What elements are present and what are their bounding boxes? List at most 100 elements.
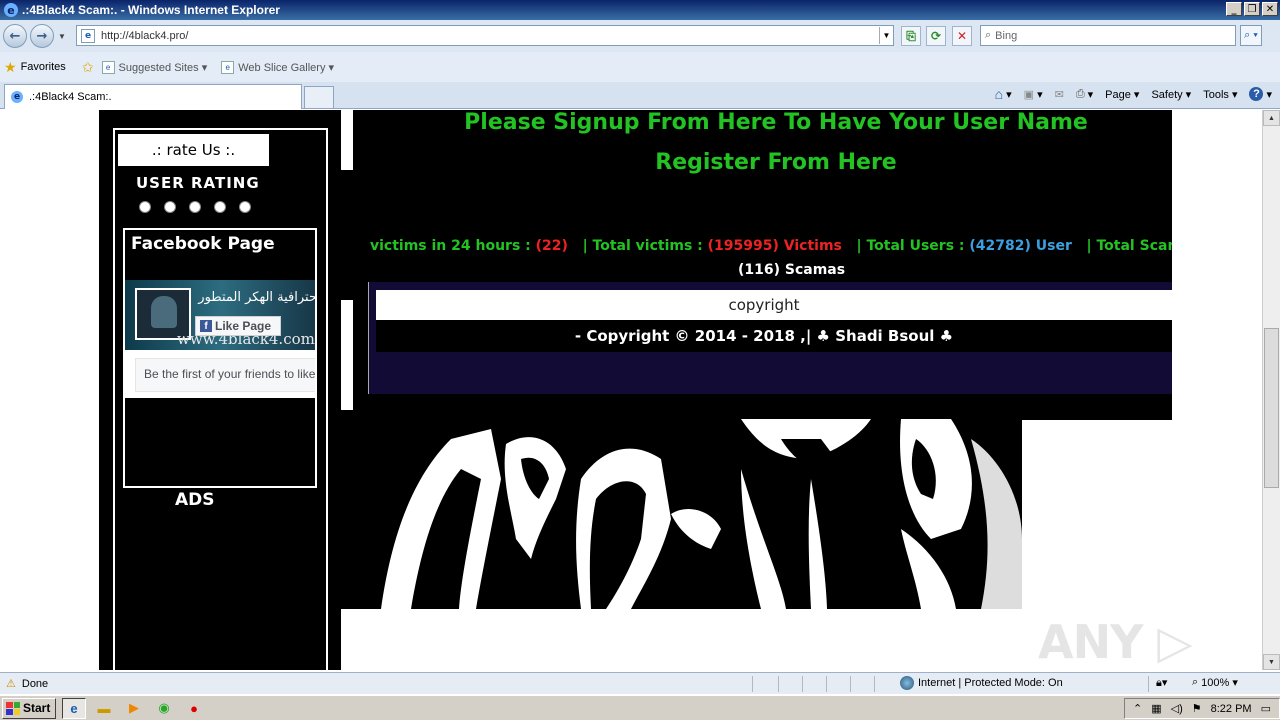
show-desktop-icon[interactable]: ▭	[1261, 702, 1271, 715]
status-bar: ⚠ Done Internet | Protected Mode: On 🔒︎▾…	[0, 672, 1280, 694]
taskbar-media-player-icon[interactable]: ▶	[122, 698, 146, 719]
web-slice-gallery-label: Web Slice Gallery ▾	[238, 61, 335, 74]
command-bar: ⌂ ▾ ▣ ▾ ✉ ⎙ ▾ Page ▾ Safety ▾ Tools ▾ ? ▾	[995, 86, 1272, 102]
facebook-icon: f	[200, 320, 212, 332]
web-slice-gallery-link[interactable]: e Web Slice Gallery ▾	[221, 60, 335, 74]
refresh-icon[interactable]: ⟳	[926, 26, 946, 46]
suggested-sites-label: Suggested Sites ▾	[118, 61, 208, 74]
tray-network-icon[interactable]: ▦	[1151, 702, 1161, 715]
user-rating-heading: USER RATING	[136, 174, 260, 192]
search-input[interactable]: ⌕ Bing	[980, 25, 1236, 46]
favorites-label: Favorites	[20, 61, 66, 73]
suggested-sites-link[interactable]: e Suggested Sites ▾	[101, 60, 208, 74]
scroll-up-icon[interactable]: ▲	[1263, 110, 1280, 126]
like-page-label: Like Page	[215, 319, 272, 333]
facebook-like-page-button[interactable]: f Like Page	[195, 316, 281, 336]
taskbar: Start e ▬ ▶ ◉ ● ⌃ ▦ ◁) ⚑ 8:22 PM ▭	[0, 695, 1280, 720]
facebook-friends-text: Be the first of your friends to like thi…	[135, 358, 315, 392]
rating-dot-5[interactable]	[239, 201, 251, 213]
safety-menu[interactable]: Safety ▾	[1151, 88, 1191, 101]
address-bar[interactable]: e http://4black4.pro/ ▼	[76, 25, 894, 46]
page-menu[interactable]: Page ▾	[1105, 88, 1139, 101]
minimize-button[interactable]: _	[1226, 2, 1242, 16]
status-divider	[778, 676, 779, 692]
status-divider	[874, 676, 875, 692]
back-button[interactable]: ←	[3, 24, 27, 48]
facebook-cover-image[interactable]: حترافية الهكر المتطور www.4black4.com f …	[125, 280, 315, 350]
restore-button[interactable]: ❐	[1244, 2, 1260, 16]
web-slice-icon: e	[221, 60, 235, 74]
rating-dot-1[interactable]	[139, 201, 151, 213]
tab-4black4[interactable]: e .:4Black4 Scam:.	[4, 84, 302, 109]
rating-dot-3[interactable]	[189, 201, 201, 213]
protected-mode-icon[interactable]: 🔒︎▾	[1156, 676, 1167, 690]
tools-menu[interactable]: Tools ▾	[1203, 88, 1237, 101]
window-title: .:4Black4 Scam:. - Windows Internet Expl…	[22, 3, 280, 17]
clock[interactable]: 8:22 PM	[1211, 703, 1252, 715]
taskbar-opera-icon[interactable]: ●	[182, 698, 206, 719]
status-divider	[752, 676, 753, 692]
tray-expand-icon[interactable]: ⌃	[1133, 702, 1142, 715]
new-tab-button[interactable]	[304, 86, 334, 109]
home-button[interactable]: ⌂ ▾	[995, 86, 1012, 102]
taskbar-chrome-icon[interactable]: ◉	[152, 698, 176, 719]
register-link[interactable]: Register From Here	[341, 150, 1211, 175]
total-users-value: (42782) User	[969, 238, 1072, 254]
add-favorite-button[interactable]: ✩	[82, 59, 94, 76]
total-scamas-label: | Total Scamas :	[1086, 238, 1173, 254]
add-favorite-icon: ✩	[81, 58, 94, 75]
search-icon: ⌕	[985, 29, 992, 41]
taskbar-ie-icon[interactable]: e	[62, 697, 86, 719]
scroll-down-icon[interactable]: ▼	[1263, 654, 1280, 670]
scrollbar-thumb[interactable]	[1264, 328, 1279, 488]
recent-pages-dropdown-icon[interactable]: ▼	[58, 32, 66, 41]
navigation-bar: ← → ▼ e http://4black4.pro/ ▼ ⎘ ⟳ ✕ ⌕ Bi…	[0, 20, 1280, 52]
read-mail-button[interactable]: ✉	[1055, 88, 1064, 101]
search-button[interactable]: ⌕ ▾	[1240, 25, 1262, 46]
tab-bar: e .:4Black4 Scam:. ⌂ ▾ ▣ ▾ ✉ ⎙ ▾ Page ▾ Saf…	[0, 82, 1280, 109]
close-button[interactable]: ✕	[1262, 2, 1278, 16]
stop-icon[interactable]: ✕	[952, 26, 972, 46]
page-icon: e	[81, 28, 95, 43]
security-zone[interactable]: Internet | Protected Mode: On	[900, 676, 1063, 690]
victims-24h-value: (22)	[535, 238, 568, 254]
hooded-figures-illustration	[341, 419, 1022, 609]
feeds-button[interactable]: ▣ ▾	[1024, 88, 1043, 101]
internet-globe-icon	[900, 676, 914, 690]
start-button[interactable]: Start	[2, 697, 56, 719]
content-gap	[341, 300, 353, 410]
facebook-page-name[interactable]: حترافية الهكر المتطور	[198, 290, 315, 305]
forward-button[interactable]: →	[30, 24, 54, 48]
address-input[interactable]: http://4black4.pro/	[101, 30, 879, 42]
taskbar-explorer-icon[interactable]: ▬	[92, 698, 116, 719]
help-icon: ?	[1249, 87, 1264, 101]
status-divider	[826, 676, 827, 692]
tray-flag-icon[interactable]: ⚑	[1192, 702, 1202, 715]
rating-dot-4[interactable]	[214, 201, 226, 213]
status-divider	[802, 676, 803, 692]
favorites-bar: ★ Favorites ✩ e Suggested Sites ▾ e Web …	[0, 52, 1280, 82]
vertical-scrollbar[interactable]: ▲ ▼	[1262, 110, 1280, 670]
total-users-label: | Total Users :	[856, 238, 970, 254]
zone-text: Internet | Protected Mode: On	[918, 677, 1063, 689]
zoom-level: 100%	[1201, 676, 1230, 689]
rating-dot-2[interactable]	[164, 201, 176, 213]
search-placeholder: Bing	[995, 29, 1018, 42]
stats-ticker: victims in 24 hours : (22) | Total victi…	[370, 238, 1172, 254]
tray-volume-icon[interactable]: ◁)	[1171, 702, 1183, 715]
compatibility-view-icon[interactable]: ⎘	[901, 26, 921, 46]
start-label: Start	[23, 701, 51, 715]
zoom-dropdown-icon: ▾	[1232, 677, 1238, 689]
favorites-button[interactable]: ★ Favorites	[4, 59, 66, 76]
zoom-control[interactable]: ⌕ 100% ▾	[1192, 676, 1238, 689]
rss-icon: ▣	[1023, 88, 1035, 101]
total-victims-value: (195995) Victims	[707, 238, 842, 254]
address-dropdown-icon[interactable]: ▼	[879, 27, 893, 44]
facebook-page-heading: Facebook Page	[131, 234, 275, 254]
home-icon: ⌂	[994, 86, 1004, 102]
help-button[interactable]: ? ▾	[1249, 87, 1272, 101]
signup-link[interactable]: Please Signup From Here To Have Your Use…	[341, 110, 1211, 135]
total-scamas-value: (116) Scamas	[738, 262, 846, 278]
print-button[interactable]: ⎙ ▾	[1076, 88, 1093, 101]
copyright-text: - Copyright © 2014 - 2018 ,| ♣ Shadi Bso…	[376, 320, 1172, 352]
